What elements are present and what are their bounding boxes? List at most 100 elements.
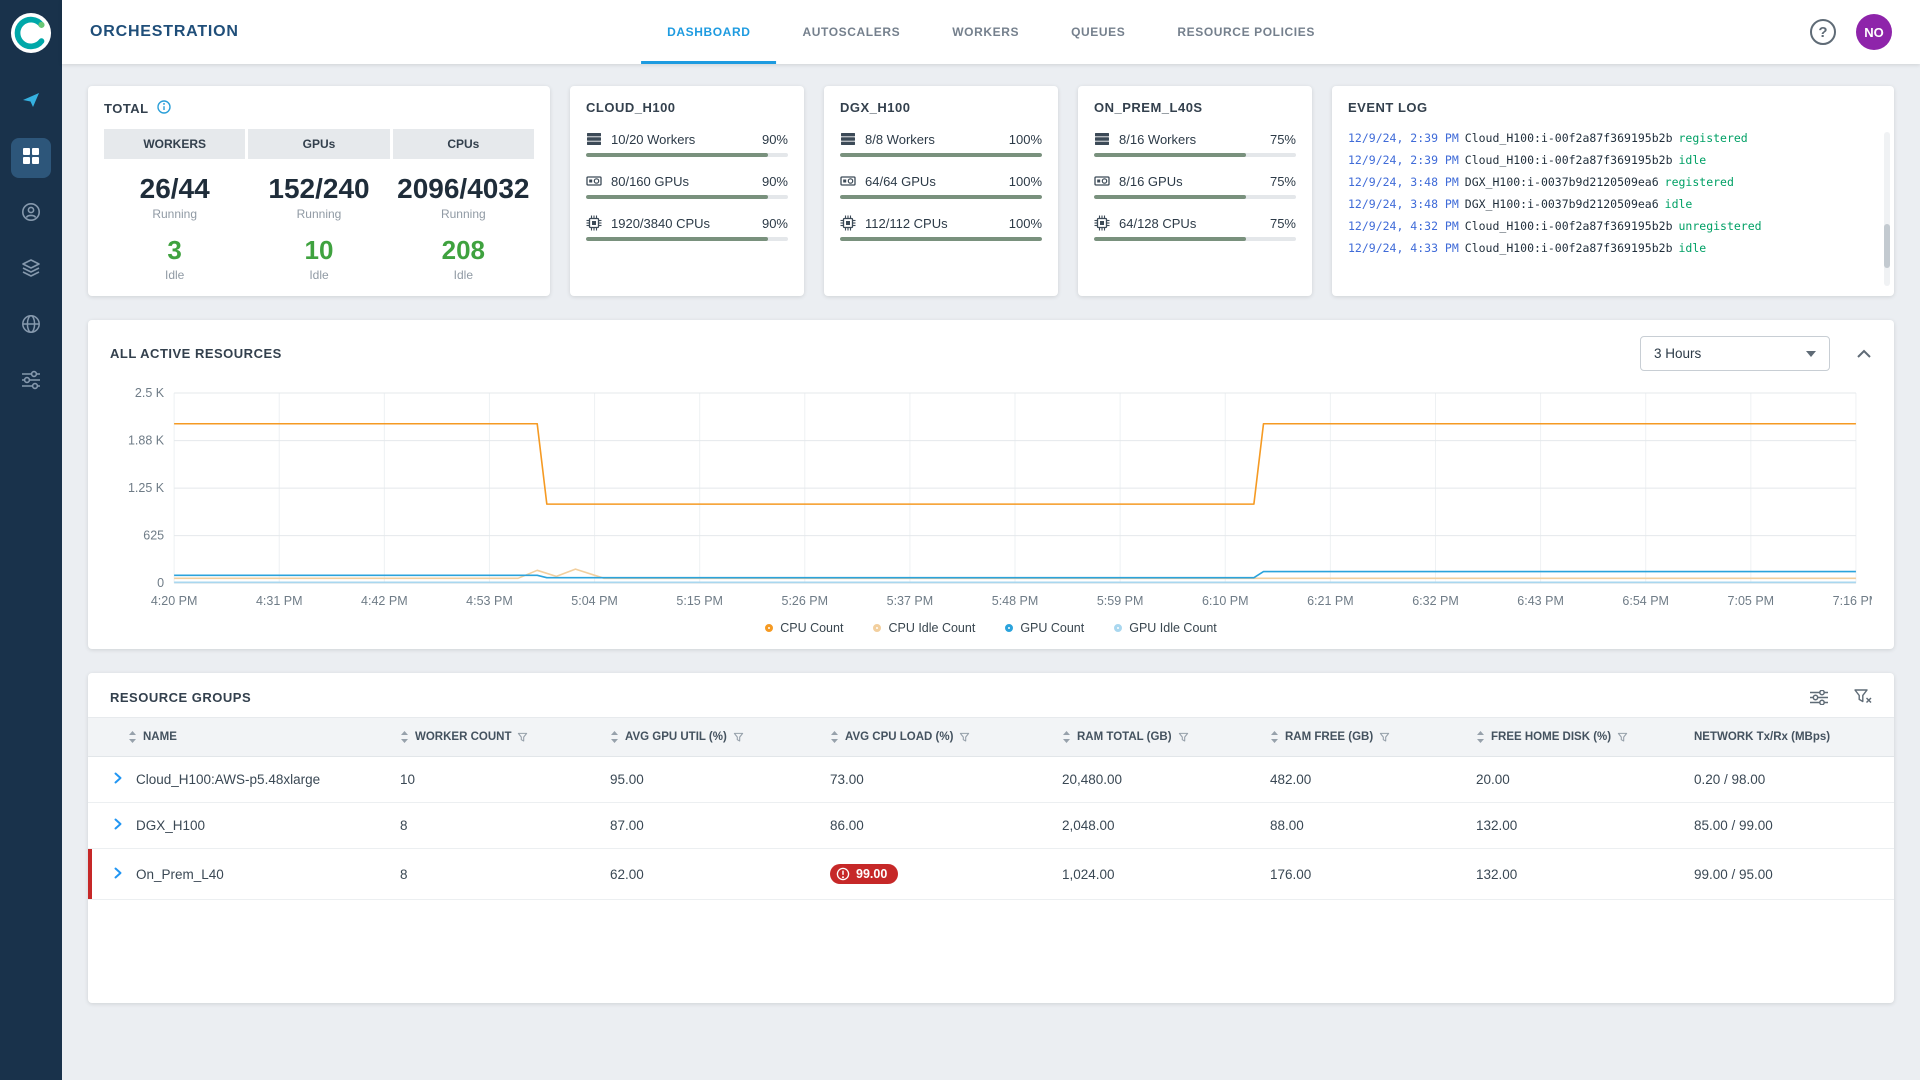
help-icon[interactable]: ? bbox=[1810, 19, 1836, 45]
cell-ram-free: 88.00 bbox=[1258, 803, 1464, 849]
legend-label: CPU Count bbox=[780, 621, 843, 635]
expand-row-icon[interactable] bbox=[114, 867, 122, 882]
utilization-bar bbox=[840, 153, 1042, 157]
log-entry: 12/9/24, 3:48 PMDGX_H100:i-0037b9d212050… bbox=[1348, 193, 1878, 215]
column-settings-icon[interactable] bbox=[1810, 690, 1828, 705]
event-log-scrollbar[interactable] bbox=[1884, 132, 1890, 286]
column-header-ram-free[interactable]: RAM FREE (GB) bbox=[1258, 718, 1464, 757]
metric-percent: 100% bbox=[1009, 132, 1042, 147]
filter-icon[interactable] bbox=[1379, 732, 1390, 743]
metric-percent: 75% bbox=[1270, 216, 1296, 231]
expand-row-icon[interactable] bbox=[114, 818, 122, 833]
idle-label: Idle bbox=[393, 268, 534, 282]
metric-percent: 90% bbox=[762, 174, 788, 189]
legend-item-cpu-count[interactable]: CPU Count bbox=[765, 621, 843, 635]
sidebar-item-resource-policies[interactable] bbox=[11, 306, 51, 346]
metric-percent: 75% bbox=[1270, 174, 1296, 189]
clear-filters-icon[interactable] bbox=[1854, 689, 1872, 705]
sort-icon[interactable] bbox=[830, 731, 839, 743]
sort-icon[interactable] bbox=[400, 731, 409, 743]
svg-text:7:16 PM: 7:16 PM bbox=[1833, 594, 1872, 608]
cell-ram-total: 2,048.00 bbox=[1050, 803, 1258, 849]
column-header-avg-cpu-load[interactable]: AVG CPU LOAD (%) bbox=[818, 718, 1050, 757]
app-logo[interactable] bbox=[10, 12, 52, 54]
column-header-network[interactable]: NETWORK Tx/Rx (MBps) bbox=[1682, 718, 1894, 757]
collapse-section-button[interactable] bbox=[1856, 349, 1872, 359]
resource-card-title: CLOUD_H100 bbox=[586, 100, 788, 115]
legend-marker bbox=[1114, 624, 1122, 632]
log-resource: Cloud_H100:i-00f2a87f369195b2b bbox=[1465, 153, 1673, 167]
legend-marker bbox=[765, 624, 773, 632]
table-row-on-prem-l40[interactable]: On_Prem_L40 8 62.00 99.00 1,024.00 176.0… bbox=[88, 849, 1894, 900]
metric-percent: 75% bbox=[1270, 132, 1296, 147]
legend-item-gpu-idle-count[interactable]: GPU Idle Count bbox=[1114, 621, 1217, 635]
total-col-header: WORKERS bbox=[104, 129, 245, 159]
sidebar-item-launch[interactable] bbox=[11, 82, 51, 122]
legend-label: GPU Count bbox=[1020, 621, 1084, 635]
log-status: unregistered bbox=[1679, 219, 1762, 233]
info-icon[interactable] bbox=[157, 100, 171, 117]
column-header-worker-count[interactable]: WORKER COUNT bbox=[388, 718, 598, 757]
metric-label: 10/20 Workers bbox=[611, 132, 753, 147]
sort-icon[interactable] bbox=[1476, 731, 1485, 743]
table-row-dgx-h100[interactable]: DGX_H100 8 87.00 86.00 2,048.00 88.00 13… bbox=[88, 803, 1894, 849]
cell-avg-gpu-util: 62.00 bbox=[598, 849, 818, 900]
log-timestamp: 12/9/24, 2:39 PM bbox=[1348, 153, 1459, 167]
sort-icon[interactable] bbox=[610, 731, 619, 743]
svg-text:4:53 PM: 4:53 PM bbox=[466, 594, 513, 608]
column-header-name[interactable]: NAME bbox=[88, 718, 388, 757]
filter-icon[interactable] bbox=[959, 732, 970, 743]
filter-icon[interactable] bbox=[1178, 732, 1189, 743]
alert-value: 99.00 bbox=[856, 867, 887, 881]
table-actions bbox=[1810, 689, 1872, 705]
metric-label: 80/160 GPUs bbox=[611, 174, 753, 189]
column-header-free-home-disk[interactable]: FREE HOME DISK (%) bbox=[1464, 718, 1682, 757]
clearml-logo-icon bbox=[10, 12, 52, 54]
expand-row-icon[interactable] bbox=[114, 772, 122, 787]
sidebar-item-dashboard[interactable] bbox=[11, 138, 51, 178]
log-status: idle bbox=[1679, 153, 1707, 167]
filter-icon[interactable] bbox=[733, 732, 744, 743]
gpu-icon bbox=[586, 173, 602, 189]
sidebar-item-queues[interactable] bbox=[11, 250, 51, 290]
resource-groups-title: RESOURCE GROUPS bbox=[110, 690, 251, 705]
cell-network: 0.20 / 98.00 bbox=[1682, 757, 1894, 803]
tab-resource-policies[interactable]: RESOURCE POLICIES bbox=[1151, 0, 1341, 64]
sort-icon[interactable] bbox=[128, 731, 137, 743]
legend-item-cpu-idle-count[interactable]: CPU Idle Count bbox=[873, 621, 975, 635]
utilization-bar bbox=[840, 195, 1042, 199]
tab-queues[interactable]: QUEUES bbox=[1045, 0, 1151, 64]
resource-groups-card: RESOURCE GROUPS bbox=[88, 673, 1894, 1003]
svg-text:6:43 PM: 6:43 PM bbox=[1517, 594, 1564, 608]
column-header-ram-total[interactable]: RAM TOTAL (GB) bbox=[1050, 718, 1258, 757]
scrollbar-thumb[interactable] bbox=[1884, 224, 1890, 268]
tab-dashboard[interactable]: DASHBOARD bbox=[641, 0, 776, 64]
utilization-bar bbox=[1094, 153, 1246, 157]
total-col-header: CPUs bbox=[393, 129, 534, 159]
filter-icon[interactable] bbox=[517, 732, 528, 743]
cell-network: 85.00 / 99.00 bbox=[1682, 803, 1894, 849]
resource-card-title: ON_PREM_L40S bbox=[1094, 100, 1296, 115]
sidebar-item-settings[interactable] bbox=[11, 362, 51, 402]
time-range-select[interactable]: 3 Hours bbox=[1640, 336, 1830, 371]
column-label: NAME bbox=[143, 731, 177, 743]
column-header-avg-gpu-util[interactable]: AVG GPU UTIL (%) bbox=[598, 718, 818, 757]
tab-autoscalers[interactable]: AUTOSCALERS bbox=[776, 0, 926, 64]
total-title-text: TOTAL bbox=[104, 101, 149, 116]
sidebar-item-workers[interactable] bbox=[11, 194, 51, 234]
table-row-cloud-h100[interactable]: Cloud_H100:AWS-p5.48xlarge 10 95.00 73.0… bbox=[88, 757, 1894, 803]
gpus-idle-value: 10 bbox=[248, 235, 389, 266]
sort-icon[interactable] bbox=[1062, 731, 1071, 743]
sort-icon[interactable] bbox=[1270, 731, 1279, 743]
filter-icon[interactable] bbox=[1617, 732, 1628, 743]
workers-metric: 8/8 Workers 100% bbox=[840, 131, 1042, 157]
utilization-bar bbox=[586, 195, 768, 199]
cell-ram-free: 176.00 bbox=[1258, 849, 1464, 900]
chevron-up-icon bbox=[1856, 349, 1872, 359]
svg-text:7:05 PM: 7:05 PM bbox=[1728, 594, 1775, 608]
tab-workers[interactable]: WORKERS bbox=[926, 0, 1045, 64]
avatar[interactable]: NO bbox=[1856, 14, 1892, 50]
workers-metric: 8/16 Workers 75% bbox=[1094, 131, 1296, 157]
legend-item-gpu-count[interactable]: GPU Count bbox=[1005, 621, 1084, 635]
cell-ram-total: 1,024.00 bbox=[1050, 849, 1258, 900]
